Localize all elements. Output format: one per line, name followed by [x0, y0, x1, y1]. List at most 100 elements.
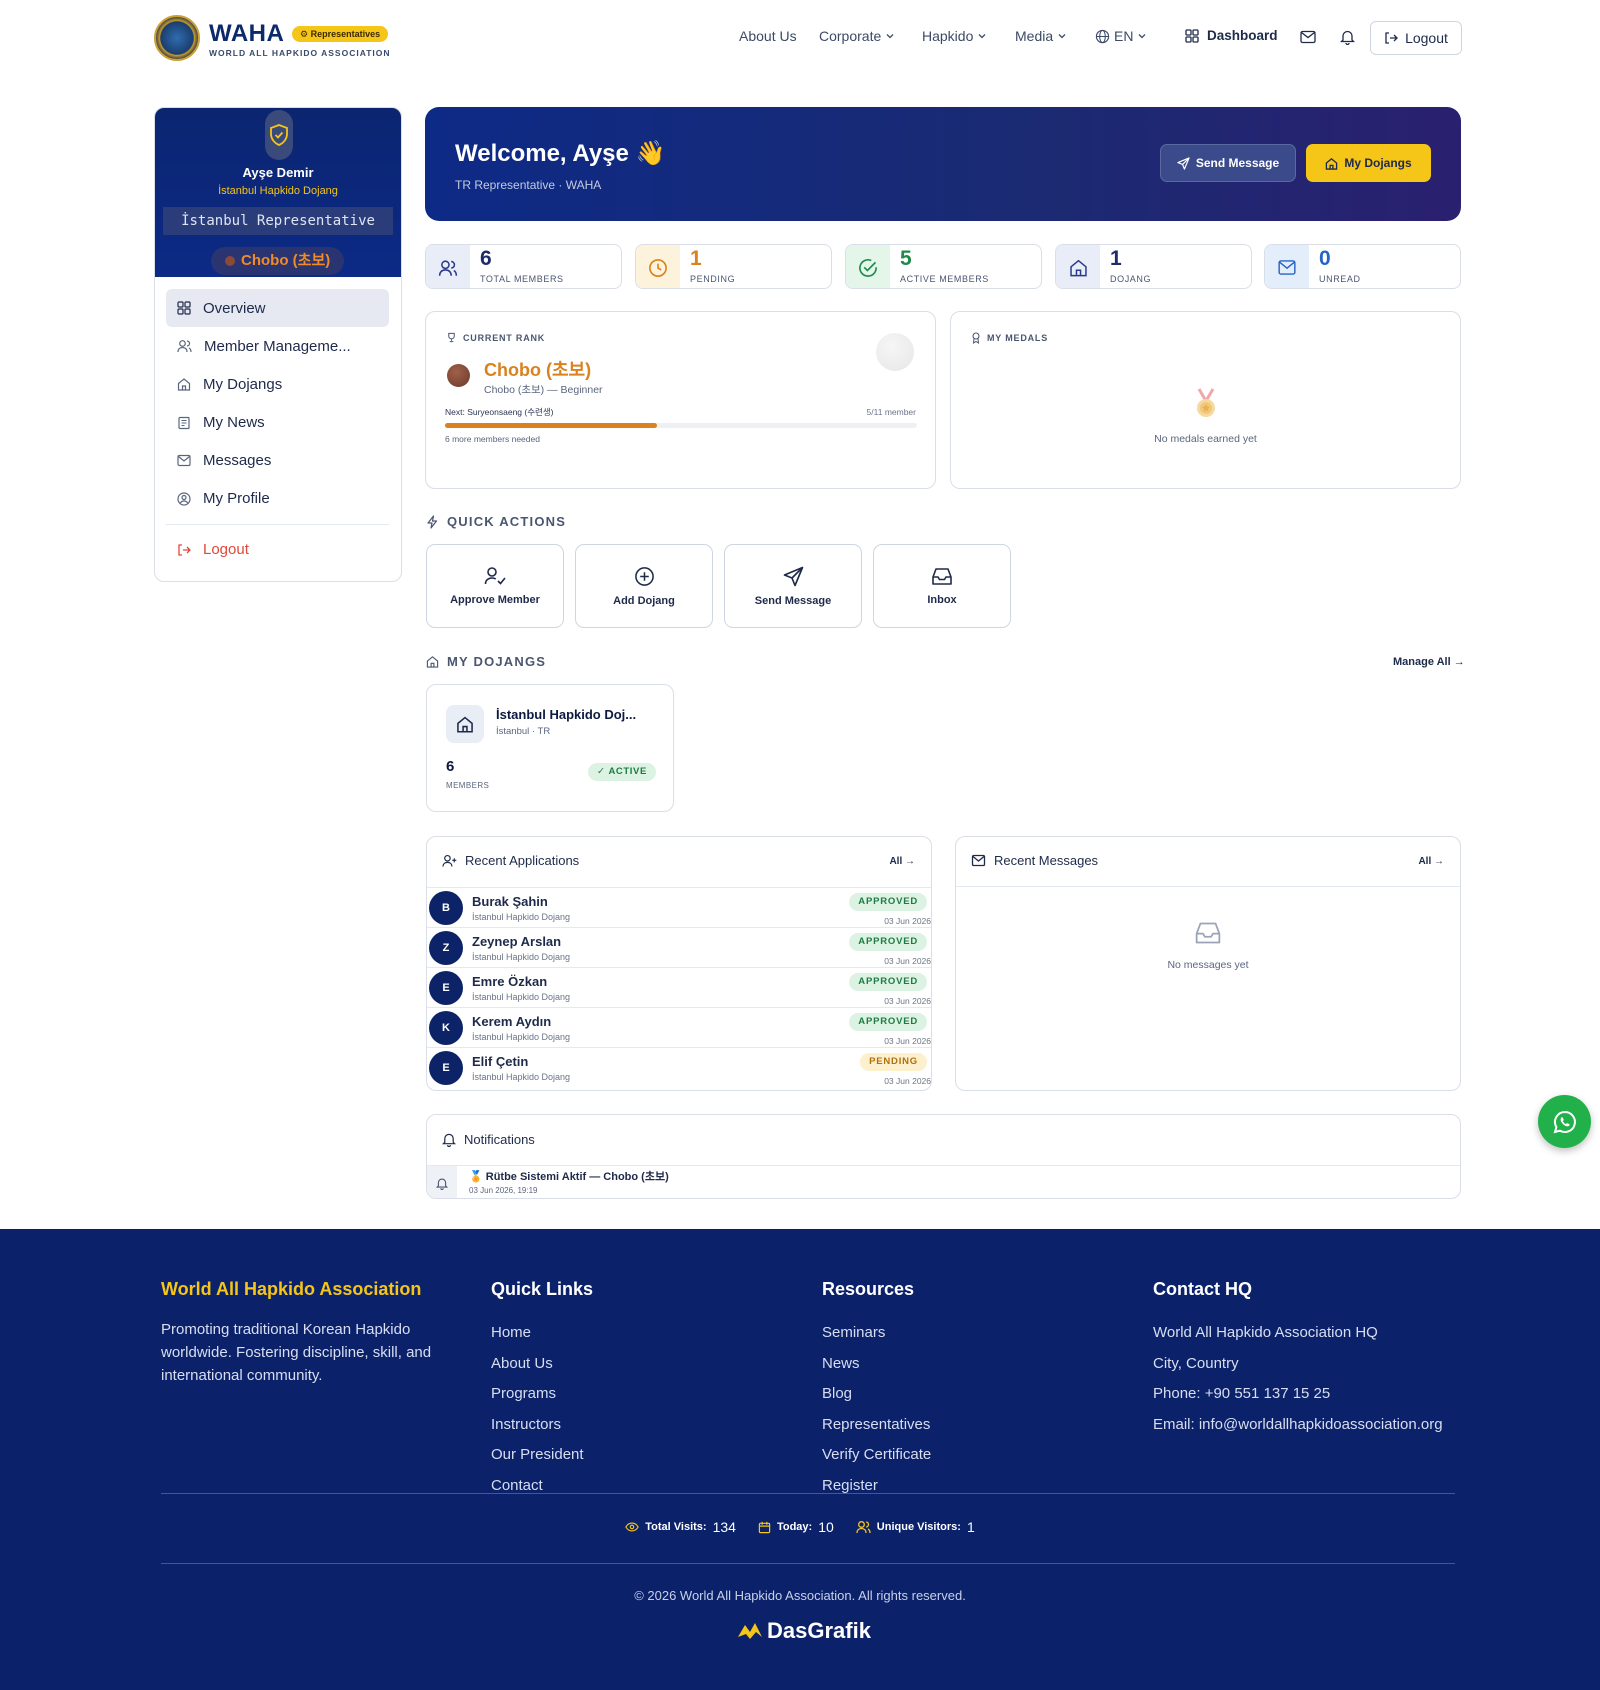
add-dojang-button[interactable]: Add Dojang: [575, 544, 713, 628]
plus-circle-icon: [634, 566, 654, 586]
application-row[interactable]: E Emre Özkan İstanbul Hapkido Dojang APP…: [427, 967, 931, 1007]
footer-resources: Resources Seminars News Blog Representat…: [822, 1279, 931, 1501]
footer-link-instructors[interactable]: Instructors: [491, 1410, 593, 1441]
footer: World All Hapkido Association Promoting …: [0, 1229, 1600, 1690]
sidebar-logout-label: Logout: [203, 541, 249, 559]
rank-dot: [225, 256, 235, 266]
user-check-icon: [484, 567, 506, 585]
no-messages-text: No messages yet: [1167, 959, 1249, 971]
inbox-icon: [1195, 922, 1221, 944]
sidebar-item-overview[interactable]: Overview: [166, 289, 389, 327]
stat-value: 6: [480, 247, 492, 270]
applications-heading: Recent Applications: [442, 853, 579, 868]
footer-contact-email[interactable]: Email: info@worldallhapkidoassociation.o…: [1153, 1410, 1443, 1441]
nav-dashboard-label: Dashboard: [1207, 28, 1278, 43]
footer-link-about[interactable]: About Us: [491, 1349, 593, 1380]
applicant-avatar: B: [429, 891, 463, 925]
footer-link-verify-certificate[interactable]: Verify Certificate: [822, 1440, 931, 1471]
dojang-name: İstanbul Hapkido Doj...: [496, 707, 637, 722]
nav-notifications-button[interactable]: [1340, 29, 1355, 45]
footer-about: World All Hapkido Association Promoting …: [161, 1279, 446, 1387]
footer-link-seminars[interactable]: Seminars: [822, 1318, 931, 1349]
medal-icon: [972, 332, 980, 344]
application-row[interactable]: B Burak Şahin İstanbul Hapkido Dojang AP…: [427, 887, 931, 927]
notification-item[interactable]: 🏅 Rütbe Sistemi Aktif — Chobo (초보) 03 Ju…: [427, 1165, 1460, 1198]
stat-icon-bg: [1056, 245, 1100, 288]
clock-icon: [649, 258, 667, 277]
users-icon: [856, 1521, 871, 1534]
messages-all-link[interactable]: All →: [1418, 856, 1444, 867]
stat-active-members[interactable]: 5 ACTIVE MEMBERS: [845, 244, 1042, 289]
lightning-icon: [427, 514, 438, 529]
total-visits: Total Visits: 134: [625, 1519, 736, 1535]
sidebar-item-my-profile[interactable]: My Profile: [166, 480, 389, 518]
stat-dojang[interactable]: 1 DOJANG: [1055, 244, 1252, 289]
check-circle-icon: [859, 258, 877, 277]
send-icon: [1177, 156, 1190, 170]
no-medals-text: No medals earned yet: [1154, 433, 1257, 445]
dojang-card[interactable]: İstanbul Hapkido Doj... İstanbul · TR 6 …: [426, 684, 674, 812]
stat-unread[interactable]: 0 UNREAD: [1264, 244, 1461, 289]
rank-badge: Chobo (초보): [211, 247, 345, 275]
logout-button[interactable]: Logout: [1370, 21, 1462, 55]
chevron-down-icon: [1058, 34, 1066, 39]
nav-media[interactable]: Media: [1015, 28, 1067, 44]
my-dojangs-button[interactable]: My Dojangs: [1306, 144, 1431, 182]
applicant-dojang: İstanbul Hapkido Dojang: [472, 952, 571, 962]
nav-corporate[interactable]: Corporate: [819, 28, 895, 44]
notifications-card: Notifications 🏅 Rütbe Sistemi Aktif — Ch…: [426, 1114, 1461, 1199]
application-row[interactable]: E Elif Çetin İstanbul Hapkido Dojang PEN…: [427, 1047, 931, 1087]
nav-media-label: Media: [1015, 28, 1054, 44]
nav-about[interactable]: About Us: [739, 28, 797, 44]
logout-icon: [178, 544, 191, 556]
applications-heading-label: Recent Applications: [465, 853, 580, 868]
inbox-button[interactable]: Inbox: [873, 544, 1011, 628]
footer-contact-phone[interactable]: Phone: +90 551 137 15 25: [1153, 1379, 1443, 1410]
footer-link-home[interactable]: Home: [491, 1318, 593, 1349]
approve-member-button[interactable]: Approve Member: [426, 544, 564, 628]
sidebar-item-label: My Profile: [203, 490, 270, 508]
application-row[interactable]: K Kerem Aydın İstanbul Hapkido Dojang AP…: [427, 1007, 931, 1047]
sidebar-item-member-management[interactable]: Member Manageme...: [166, 327, 389, 365]
send-message-button[interactable]: Send Message: [1160, 144, 1296, 182]
footer-link-news[interactable]: News: [822, 1349, 931, 1380]
footer-link-blog[interactable]: Blog: [822, 1379, 931, 1410]
stat-icon-bg: [426, 245, 470, 288]
sidebar-item-logout[interactable]: Logout: [166, 531, 389, 569]
rank-card-heading: CURRENT RANK: [446, 332, 545, 343]
brand-name[interactable]: WAHA: [209, 20, 284, 48]
footer-link-contact[interactable]: Contact: [491, 1471, 593, 1502]
status-badge: APPROVED: [849, 1013, 927, 1031]
home-icon: [1326, 157, 1338, 170]
stat-total-members[interactable]: 6 TOTAL MEMBERS: [425, 244, 622, 289]
application-row[interactable]: Z Zeynep Arslan İstanbul Hapkido Dojang …: [427, 927, 931, 967]
quick-send-message-button[interactable]: Send Message: [724, 544, 862, 628]
waha-logo[interactable]: [154, 15, 200, 61]
whatsapp-button[interactable]: [1538, 1095, 1591, 1148]
sidebar-item-my-dojangs[interactable]: My Dojangs: [166, 365, 389, 403]
home-icon: [177, 378, 191, 391]
dasgrafik-label: DasGrafik: [767, 1618, 871, 1643]
quick-actions-heading: QUICK ACTIONS: [426, 514, 566, 529]
chevron-down-icon: [1138, 34, 1146, 39]
sidebar-item-messages[interactable]: Messages: [166, 442, 389, 480]
send-message-label: Send Message: [1195, 156, 1280, 170]
applications-all-link[interactable]: All →: [889, 856, 915, 867]
language-selector[interactable]: EN: [1095, 28, 1147, 44]
sidebar-profile-header: Ayşe Demir İstanbul Hapkido Dojang İstan…: [155, 108, 401, 277]
user-role: İstanbul Representative: [163, 207, 393, 235]
dasgrafik-credit[interactable]: DasGrafik: [737, 1618, 871, 1644]
medals-heading-label: MY MEDALS: [987, 333, 1049, 343]
footer-link-programs[interactable]: Programs: [491, 1379, 593, 1410]
sidebar-item-my-news[interactable]: My News: [166, 404, 389, 442]
footer-link-register[interactable]: Register: [822, 1471, 931, 1502]
nav-hapkido[interactable]: Hapkido: [922, 28, 987, 44]
stat-value: 1: [690, 247, 702, 270]
nav-mail-button[interactable]: [1300, 30, 1316, 44]
nav-dashboard[interactable]: Dashboard: [1185, 28, 1278, 43]
manage-all-link[interactable]: Manage All →: [1393, 656, 1465, 668]
dojang-status-badge: ✓ ACTIVE: [588, 763, 656, 781]
footer-link-representatives[interactable]: Representatives: [822, 1410, 931, 1441]
stat-pending[interactable]: 1 PENDING: [635, 244, 832, 289]
footer-link-president[interactable]: Our President: [491, 1440, 593, 1471]
